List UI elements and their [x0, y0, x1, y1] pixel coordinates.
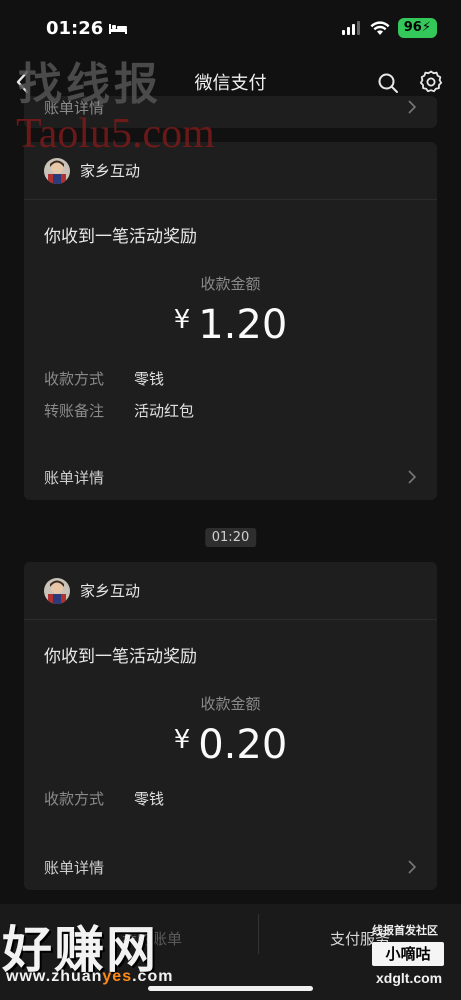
watermark-text: 找线报 — [18, 59, 162, 110]
amount: ¥0.20 — [24, 722, 437, 768]
bill-details-row[interactable]: 账单详情 — [24, 844, 437, 890]
wifi-icon — [370, 20, 390, 35]
amount-label: 收款金额 — [200, 695, 261, 713]
battery-indicator: 96⚡ — [397, 18, 437, 38]
payment-card: 家乡互动 你收到一笔活动奖励 收款金额 ¥1.20 收款方式 零钱 转账备注 活… — [24, 142, 437, 500]
payment-card: 家乡互动 你收到一笔活动奖励 收款金额 ¥0.20 收款方式 零钱 账单详情 — [24, 562, 437, 890]
watermark-url: Taolu5.com — [16, 111, 215, 157]
status-time: 01:26 — [46, 17, 128, 39]
avatar — [44, 157, 70, 184]
amount-value: 1.20 — [198, 302, 288, 348]
field-key: 转账备注 — [44, 401, 105, 420]
chevron-right-icon — [408, 470, 417, 484]
avatar — [44, 577, 70, 604]
sleep-icon — [109, 24, 128, 34]
sender-name: 家乡互动 — [80, 162, 141, 180]
watermark-url-part: yes — [102, 968, 133, 985]
field-key: 收款方式 — [44, 369, 105, 388]
bill-details-label: 账单详情 — [44, 468, 105, 487]
watermark-text: 线报首发社区 — [372, 924, 438, 937]
bill-details-row[interactable]: 账单详情 — [24, 454, 437, 500]
field-value: 活动红包 — [134, 401, 195, 420]
field-row: 收款方式 零钱 — [24, 782, 437, 814]
chevron-right-icon — [408, 100, 417, 114]
card-title: 你收到一笔活动奖励 — [44, 227, 197, 247]
watermark-url: xdglt.com — [376, 970, 443, 986]
clock: 01:26 — [46, 17, 104, 39]
field-row: 转账备注 活动红包 — [24, 394, 437, 426]
time-separator: 01:20 — [204, 528, 257, 547]
charging-icon: ⚡ — [421, 20, 431, 35]
field-key: 收款方式 — [44, 789, 105, 808]
status-icons: 96⚡ — [341, 18, 437, 38]
field-value: 零钱 — [134, 789, 165, 808]
bottom-divider — [258, 914, 259, 954]
currency-symbol: ¥ — [173, 725, 191, 755]
amount-value: 0.20 — [198, 722, 288, 768]
page-title: 微信支付 — [194, 73, 267, 94]
watermark-url-part: www.zhuan — [6, 968, 103, 985]
bill-details-label: 账单详情 — [44, 858, 105, 877]
currency-symbol: ¥ — [173, 305, 191, 335]
amount: ¥1.20 — [24, 302, 437, 348]
amount-label: 收款金额 — [200, 275, 261, 293]
watermark-logo: 小嘀咕 — [372, 942, 444, 966]
card-title: 你收到一笔活动奖励 — [44, 647, 197, 667]
card-header[interactable]: 家乡互动 — [24, 562, 437, 620]
watermark-url: www.zhuanyes.com — [6, 968, 173, 986]
fields: 收款方式 零钱 — [24, 782, 437, 814]
field-value: 零钱 — [134, 369, 165, 388]
fields: 收款方式 零钱 转账备注 活动红包 — [24, 362, 437, 426]
gear-icon[interactable] — [419, 70, 443, 94]
signal-icon — [341, 21, 360, 35]
sender-name: 家乡互动 — [80, 582, 141, 600]
home-indicator[interactable] — [148, 986, 313, 991]
search-icon[interactable] — [377, 72, 399, 94]
field-row: 收款方式 零钱 — [24, 362, 437, 394]
battery-level: 96 — [403, 20, 422, 35]
wechat-pay-screen: 01:26 96⚡ 微信支付 账单详情 家乡互动 你收到一笔活动奖励 收款金额 … — [0, 0, 461, 1000]
chevron-right-icon — [408, 860, 417, 874]
watermark-url-part: .com — [132, 968, 174, 985]
